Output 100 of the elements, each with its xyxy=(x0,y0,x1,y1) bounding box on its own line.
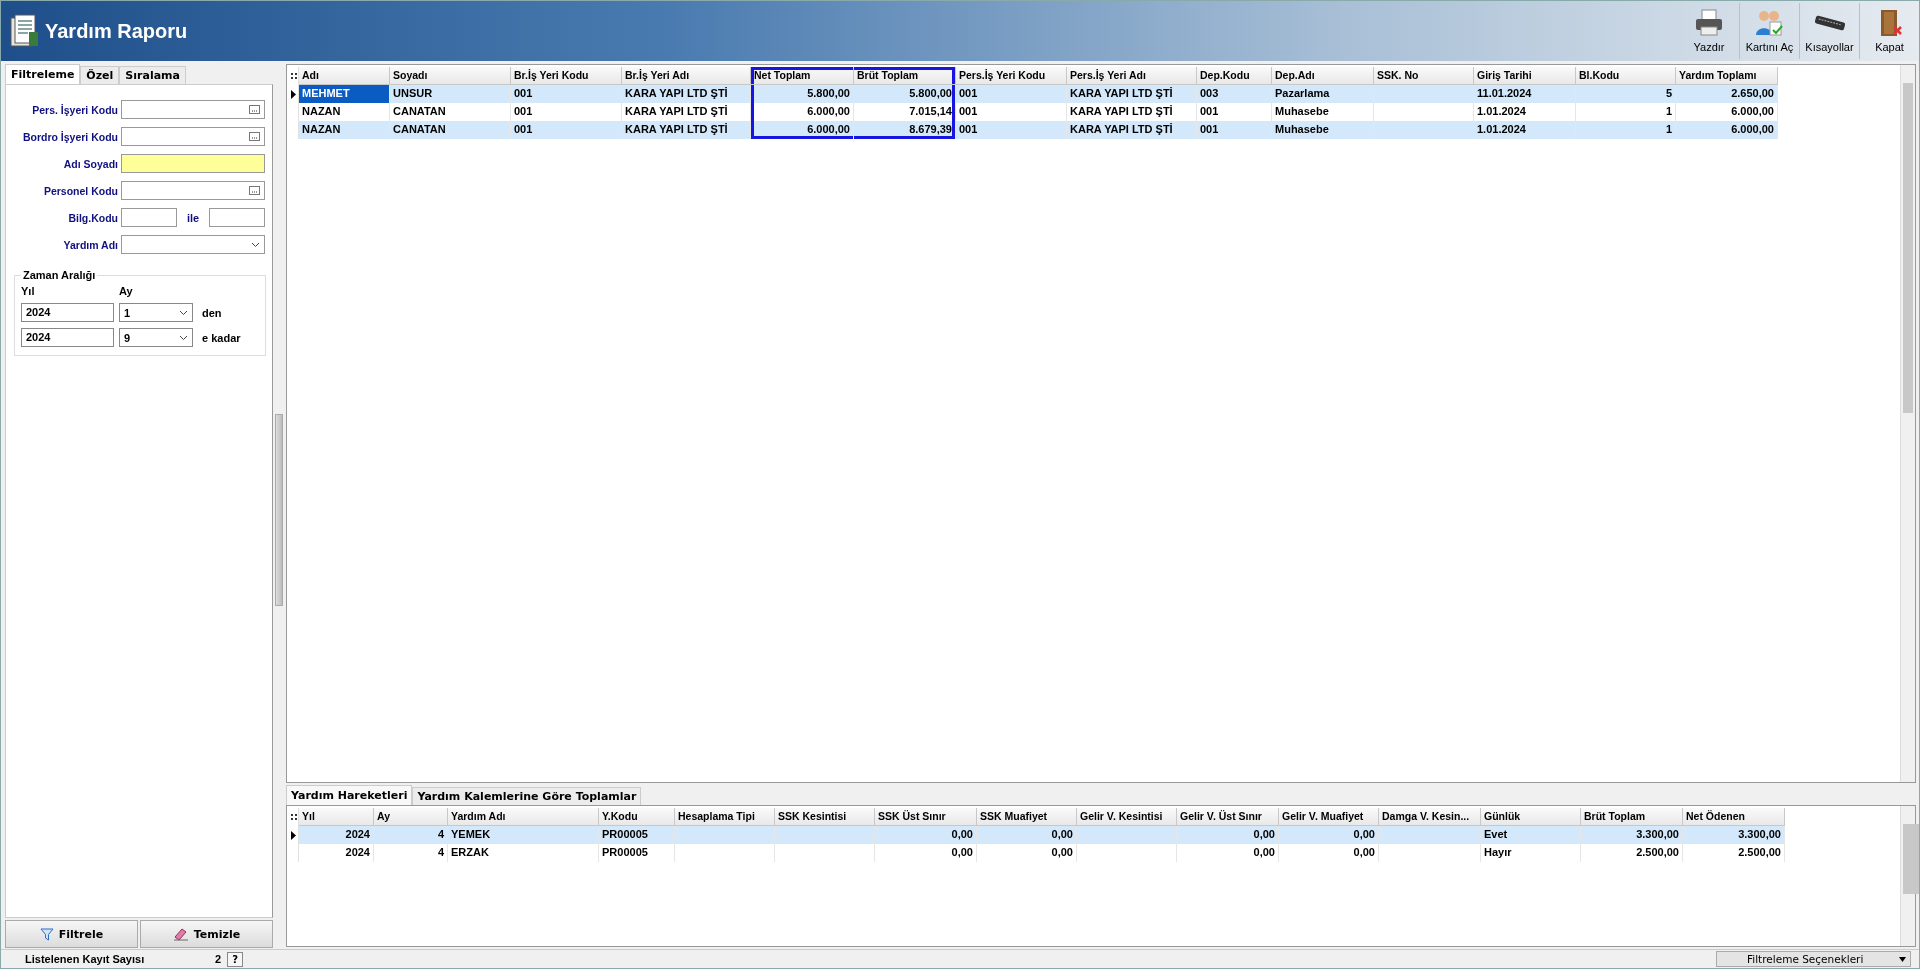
field-label: Personel Kodu xyxy=(42,184,119,197)
detail-tab[interactable]: Yardım Kalemlerine Göre Toplamlar xyxy=(412,787,642,805)
year-field[interactable]: 2024 xyxy=(21,328,114,347)
ellipsis-icon[interactable] xyxy=(249,186,260,195)
table-cell: KARA YAPI LTD ŞTİ xyxy=(622,85,751,103)
column-header[interactable]: Net Ödenen xyxy=(1683,808,1785,826)
input-field[interactable] xyxy=(121,154,265,173)
month-dropdown[interactable]: 1 xyxy=(119,303,193,322)
table-cell: YEMEK xyxy=(448,826,599,844)
ellipsis-icon[interactable] xyxy=(249,132,260,141)
panel-button[interactable]: Temizle xyxy=(140,920,273,948)
table-cell: 003 xyxy=(1197,85,1272,103)
column-header[interactable]: Ay xyxy=(374,808,448,826)
column-header[interactable]: Br.İş Yeri Adı xyxy=(622,67,751,85)
record-count: 2 xyxy=(215,953,222,965)
column-header[interactable]: Adı xyxy=(299,67,390,85)
table-cell: 001 xyxy=(511,85,622,103)
column-header[interactable]: Pers.İş Yeri Adı xyxy=(1067,67,1197,85)
column-header[interactable]: Giriş Tarihi xyxy=(1474,67,1576,85)
input-field[interactable] xyxy=(121,181,265,200)
table-cell: Hayır xyxy=(1481,844,1581,862)
year-field[interactable]: 2024 xyxy=(21,303,114,322)
column-header[interactable]: Brüt Toplam xyxy=(854,67,956,85)
column-header[interactable]: SSK Muafiyet xyxy=(977,808,1077,826)
toolbar-button[interactable]: Kapat xyxy=(1859,3,1919,59)
table-cell: ERZAK xyxy=(448,844,599,862)
range-label: den xyxy=(202,306,222,319)
column-header[interactable]: SSK. No xyxy=(1374,67,1474,85)
detail-tab[interactable]: Yardım Hareketleri xyxy=(286,785,413,805)
column-header[interactable]: Yardım Toplamı xyxy=(1676,67,1778,85)
filter-tab[interactable]: Filtreleme xyxy=(5,64,81,84)
field-label: Bilg.Kodu xyxy=(67,211,119,224)
input-field[interactable] xyxy=(121,100,265,119)
table-cell: 2024 xyxy=(299,826,374,844)
table-cell: PR00005 xyxy=(599,826,675,844)
column-header[interactable]: Y.Kodu xyxy=(599,808,675,826)
table-cell: 3.300,00 xyxy=(1683,826,1785,844)
chevron-down-icon xyxy=(179,334,188,341)
table-cell: 8.679,39 xyxy=(854,121,956,139)
filter-tab[interactable]: Sıralama xyxy=(119,66,186,84)
table-cell: 11.01.2024 xyxy=(1474,85,1576,103)
eraser-icon xyxy=(172,927,189,941)
column-header[interactable]: Bl.Kodu xyxy=(1576,67,1676,85)
table-cell: 2024 xyxy=(299,844,374,862)
table-cell: 1 xyxy=(1576,121,1676,139)
field-label: Yardım Adı xyxy=(62,238,119,251)
column-header[interactable]: Soyadı xyxy=(390,67,511,85)
table-cell: 3.300,00 xyxy=(1581,826,1683,844)
column-header[interactable]: Dep.Kodu xyxy=(1197,67,1272,85)
column-header[interactable]: Gelir V. Kesintisi xyxy=(1077,808,1177,826)
column-header[interactable]: Damga V. Kesin... xyxy=(1379,808,1481,826)
column-header[interactable]: Hesaplama Tipi xyxy=(675,808,775,826)
table-cell: KARA YAPI LTD ŞTİ xyxy=(1067,85,1197,103)
column-header[interactable]: Dep.Adı xyxy=(1272,67,1374,85)
panel-button[interactable]: Filtrele xyxy=(5,920,138,948)
table-cell: KARA YAPI LTD ŞTİ xyxy=(622,121,751,139)
filter-tab[interactable]: Özel xyxy=(80,66,120,84)
dropdown-field[interactable] xyxy=(121,235,265,254)
help-button[interactable]: ? xyxy=(227,951,244,967)
column-header[interactable]: Gelir V. Muafiyet xyxy=(1279,808,1379,826)
table-cell: 001 xyxy=(1197,121,1272,139)
input-field[interactable] xyxy=(121,208,177,227)
column-header[interactable]: Yıl xyxy=(299,808,374,826)
table-cell: 1.01.2024 xyxy=(1474,121,1576,139)
toolbar-button[interactable]: Kartını Aç xyxy=(1739,3,1799,59)
table-cell: 0,00 xyxy=(977,844,1077,862)
table-cell: 0,00 xyxy=(875,826,977,844)
range-label: ile xyxy=(185,211,201,224)
table-cell: 6.000,00 xyxy=(751,121,854,139)
column-header[interactable]: Yardım Adı xyxy=(448,808,599,826)
table-cell: 0,00 xyxy=(1279,844,1379,862)
toolbar-button[interactable]: Kısayollar xyxy=(1799,3,1859,59)
column-header[interactable]: Net Toplam xyxy=(751,67,854,85)
column-header[interactable]: Br.İş Yeri Kodu xyxy=(511,67,622,85)
column-header[interactable]: SSK Üst Sınır xyxy=(875,808,977,826)
grip-icon xyxy=(290,814,297,820)
column-header[interactable]: SSK Kesintisi xyxy=(775,808,875,826)
document-icon xyxy=(9,14,39,48)
filter-options-dropdown[interactable]: Filtreleme Seçenekleri xyxy=(1716,951,1911,967)
input-field[interactable] xyxy=(121,127,265,146)
splitter-handle[interactable] xyxy=(275,414,283,606)
table-cell: 001 xyxy=(956,121,1067,139)
column-header[interactable]: Günlük xyxy=(1481,808,1581,826)
ellipsis-icon[interactable] xyxy=(249,105,260,114)
field-label: Bordro İşyeri Kodu xyxy=(21,130,119,143)
toolbar-button[interactable]: Yazdır xyxy=(1679,3,1739,59)
table-cell: 4 xyxy=(374,826,448,844)
chevron-down-icon xyxy=(179,309,188,316)
input-field[interactable] xyxy=(209,208,265,227)
scrollbar[interactable] xyxy=(1900,65,1915,782)
printer-icon xyxy=(1694,9,1724,37)
column-header[interactable]: Brüt Toplam xyxy=(1581,808,1683,826)
column-header[interactable]: Pers.İş Yeri Kodu xyxy=(956,67,1067,85)
table-cell: 0,00 xyxy=(1177,844,1279,862)
table-cell: Pazarlama xyxy=(1272,85,1374,103)
column-header[interactable]: Gelir V. Üst Sınır xyxy=(1177,808,1279,826)
table-cell: PR00005 xyxy=(599,844,675,862)
month-dropdown[interactable]: 9 xyxy=(119,328,193,347)
table-cell: NAZAN xyxy=(299,121,390,139)
table-cell: KARA YAPI LTD ŞTİ xyxy=(1067,121,1197,139)
